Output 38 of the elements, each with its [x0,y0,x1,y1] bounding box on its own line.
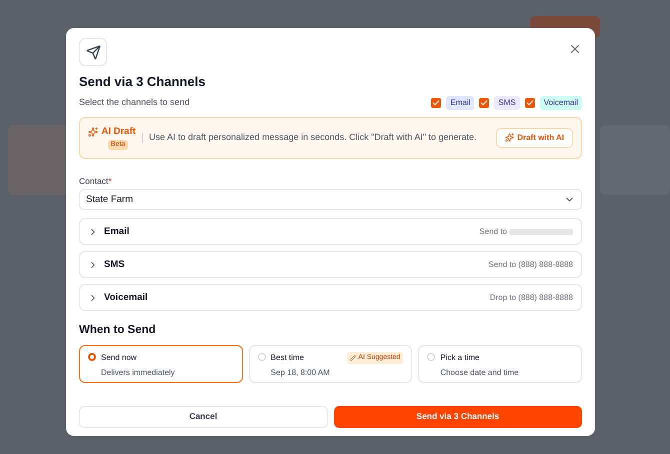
option-detail: Choose date and time [440,366,520,378]
section-title: Voicemail [104,290,148,305]
timing-option[interactable]: Pick a time Choose date and time [418,344,582,382]
when-to-send-heading: When to Send [79,323,157,338]
contact-label: Contact* [79,174,112,188]
cancel-button[interactable]: Cancel [79,406,328,428]
channel-checkbox[interactable] [479,98,490,108]
section-title: Email [104,224,130,239]
sparkle-icon [505,133,514,142]
channel-section[interactable]: Email Send to [79,218,582,246]
timing-option[interactable]: Send now Delivers immediately [79,344,243,382]
channel-section[interactable]: SMS Send to (888) 888-8888 [79,251,582,278]
channel-checkbox[interactable] [524,98,535,108]
option-title: Send now [101,352,137,364]
channel-tag: Email [446,96,474,110]
ai-draft-description: Use AI to draft personalized message in seconds. Click "Draft with AI" to generate. [149,130,478,144]
channel-tag: Voicemail [540,96,582,110]
close-button[interactable] [568,42,582,56]
ai-draft-title: AI Draft [101,124,136,139]
sparkle-icon [88,126,98,137]
channel-section[interactable]: Voicemail Drop to (888) 888-8888 [79,284,582,312]
recipient-text: Send to (888) 888-8888 [488,258,573,271]
draft-with-ai-button[interactable]: Draft with AI [496,128,573,148]
channel-tag: SMS [494,96,520,110]
option-title: Pick a time [440,352,480,364]
redacted-address [509,228,573,235]
recipient-text: Send to [479,226,507,238]
option-title: Best time [270,352,304,364]
option-detail: Sep 18, 8:00 AM [270,367,331,379]
send-icon [79,38,107,66]
section-title: SMS [104,258,125,272]
channel-checkbox[interactable] [431,98,442,108]
recipient-text: Drop to (888) 888-8888 [490,292,573,304]
radio-button[interactable] [88,352,96,360]
dialog-title: Send via 3 Channels [79,73,206,91]
option-detail: Delivers immediately [101,366,176,378]
contact-select[interactable]: State Farm [79,189,582,210]
dialog-subtitle: Select the channels to send [79,96,190,109]
